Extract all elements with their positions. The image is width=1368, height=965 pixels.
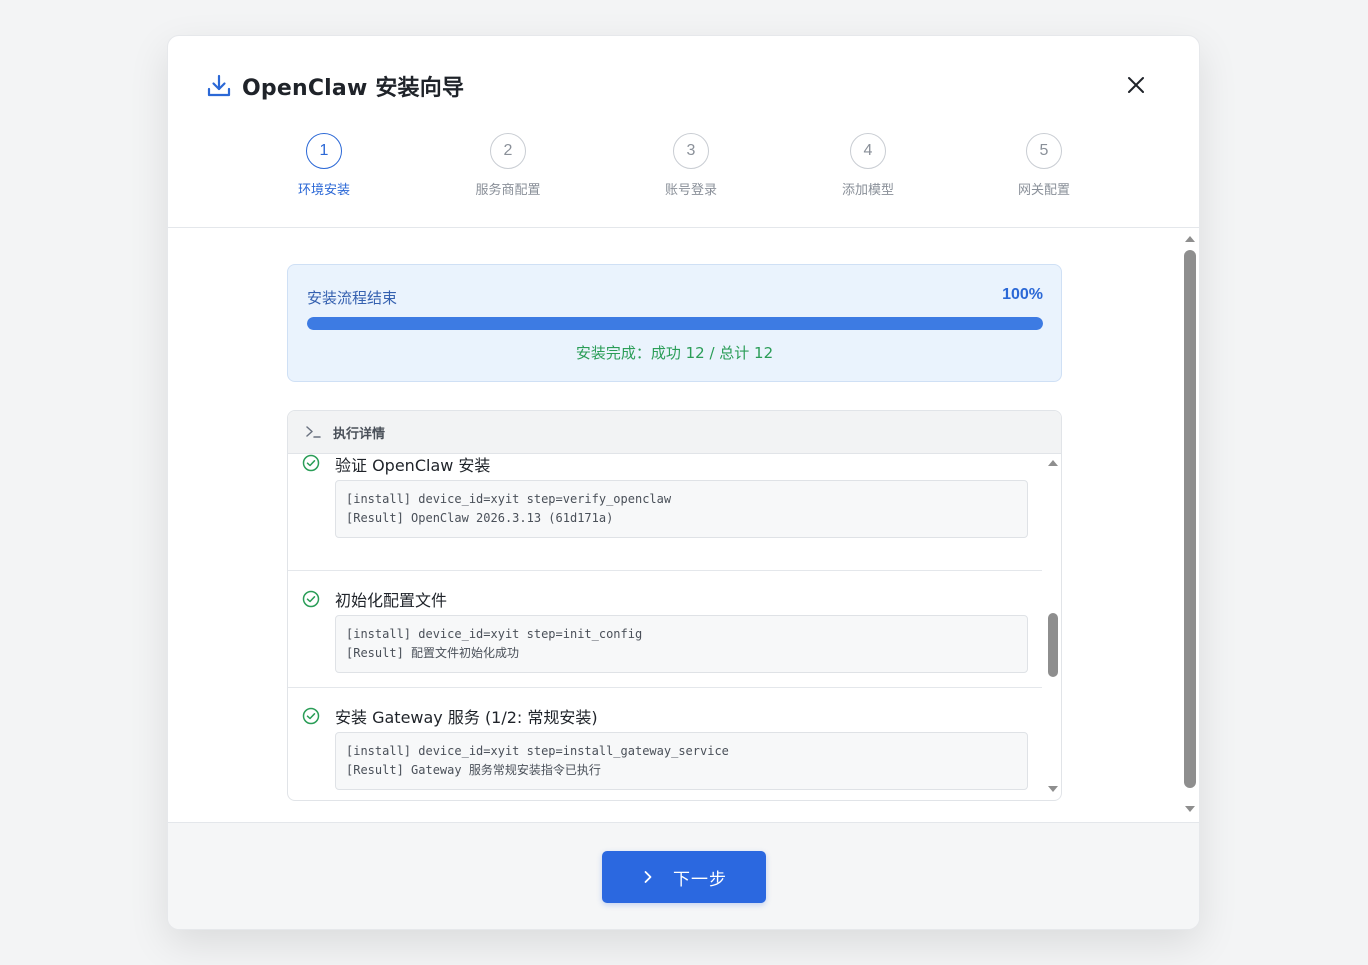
log-entry-title: 初始化配置文件 [335,591,448,610]
step-account-login[interactable]: 3 账号登录 [631,133,751,198]
progress-bar [307,317,1043,330]
progress-percent: 100% [1002,286,1043,303]
close-icon[interactable] [1125,74,1147,96]
execution-details-header: 执行详情 [288,411,1061,454]
dialog-footer: 下一步 [168,822,1199,929]
dialog-title: OpenClaw 安装向导 [242,76,465,101]
step-number-badge: 5 [1026,133,1062,169]
step-label: 环境安装 [297,183,350,198]
step-number-badge: 1 [306,133,342,169]
check-circle-icon [302,454,320,472]
check-circle-icon [302,590,320,608]
execution-details-panel: 执行详情 验证 OpenClaw 安装 [install] device_id=… [287,410,1062,801]
scroll-down-arrow-icon[interactable] [1048,786,1058,792]
step-number-badge: 3 [673,133,709,169]
scroll-up-arrow-icon[interactable] [1048,460,1058,466]
step-label: 网关配置 [1017,183,1070,198]
scroll-down-arrow-icon[interactable] [1185,806,1195,812]
chevron-right-icon [644,871,652,883]
log-line: [Result] OpenClaw 2026.3.13 (61d171a) [346,511,614,525]
step-add-model[interactable]: 4 添加模型 [808,133,928,198]
scroll-up-arrow-icon[interactable] [1185,236,1195,242]
dialog-body: 安装流程结束 100% 安装完成：成功 12 / 总计 12 执行详情 验证 O… [168,228,1199,822]
log-entry-title: 安装 Gateway 服务 (1/2: 常规安装) [335,708,598,727]
step-number-badge: 4 [850,133,886,169]
log-entry: 初始化配置文件 [install] device_id=xyit step=in… [288,571,1042,688]
step-label: 添加模型 [841,183,894,198]
log-entry: 验证 OpenClaw 安装 [install] device_id=xyit … [288,454,1042,571]
execution-log-list[interactable]: 验证 OpenClaw 安装 [install] device_id=xyit … [288,454,1042,790]
step-provider-config[interactable]: 2 服务商配置 [448,133,568,198]
next-step-button[interactable]: 下一步 [602,851,766,903]
progress-bar-fill [307,317,1043,330]
terminal-icon [306,426,321,438]
wizard-steps: 1 环境安装 2 服务商配置 3 账号登录 4 添加模型 5 网关配置 [168,133,1199,203]
next-step-label: 下一步 [673,869,727,890]
step-environment-install[interactable]: 1 环境安装 [264,133,384,198]
log-line: [Result] Gateway 服务常规安装指令已执行 [346,763,601,777]
dialog-header: OpenClaw 安装向导 1 环境安装 2 服务商配置 3 账号登录 4 添加… [168,36,1199,228]
install-wizard-dialog: OpenClaw 安装向导 1 环境安装 2 服务商配置 3 账号登录 4 添加… [167,35,1200,930]
log-line: [install] device_id=xyit step=init_confi… [346,627,643,641]
step-label: 账号登录 [664,183,717,198]
scrollbar-thumb[interactable] [1184,250,1196,788]
check-circle-icon [302,707,320,725]
step-gateway-config[interactable]: 5 网关配置 [984,133,1104,198]
log-output: [install] device_id=xyit step=init_confi… [335,615,1028,673]
log-entry: 安装 Gateway 服务 (1/2: 常规安装) [install] devi… [288,688,1042,790]
progress-title: 安装流程结束 [307,289,398,307]
log-entry-title: 验证 OpenClaw 安装 [335,456,491,475]
progress-panel: 安装流程结束 100% 安装完成：成功 12 / 总计 12 [287,264,1062,382]
log-line: [Result] 配置文件初始化成功 [346,646,520,660]
title-bar: OpenClaw 安装向导 [206,70,464,102]
step-label: 服务商配置 [475,183,541,198]
dialog-body-scrollbar[interactable] [1184,234,1196,814]
execution-details-title: 执行详情 [333,427,386,442]
log-line: [install] device_id=xyit step=verify_ope… [346,492,672,506]
log-line: [install] device_id=xyit step=install_ga… [346,744,729,758]
scrollbar-thumb[interactable] [1048,613,1058,677]
log-list-scrollbar[interactable] [1047,458,1059,794]
log-output: [install] device_id=xyit step=verify_ope… [335,480,1028,538]
step-number-badge: 2 [490,133,526,169]
log-output: [install] device_id=xyit step=install_ga… [335,732,1028,790]
progress-result: 安装完成：成功 12 / 总计 12 [575,344,774,362]
download-icon [207,74,231,97]
